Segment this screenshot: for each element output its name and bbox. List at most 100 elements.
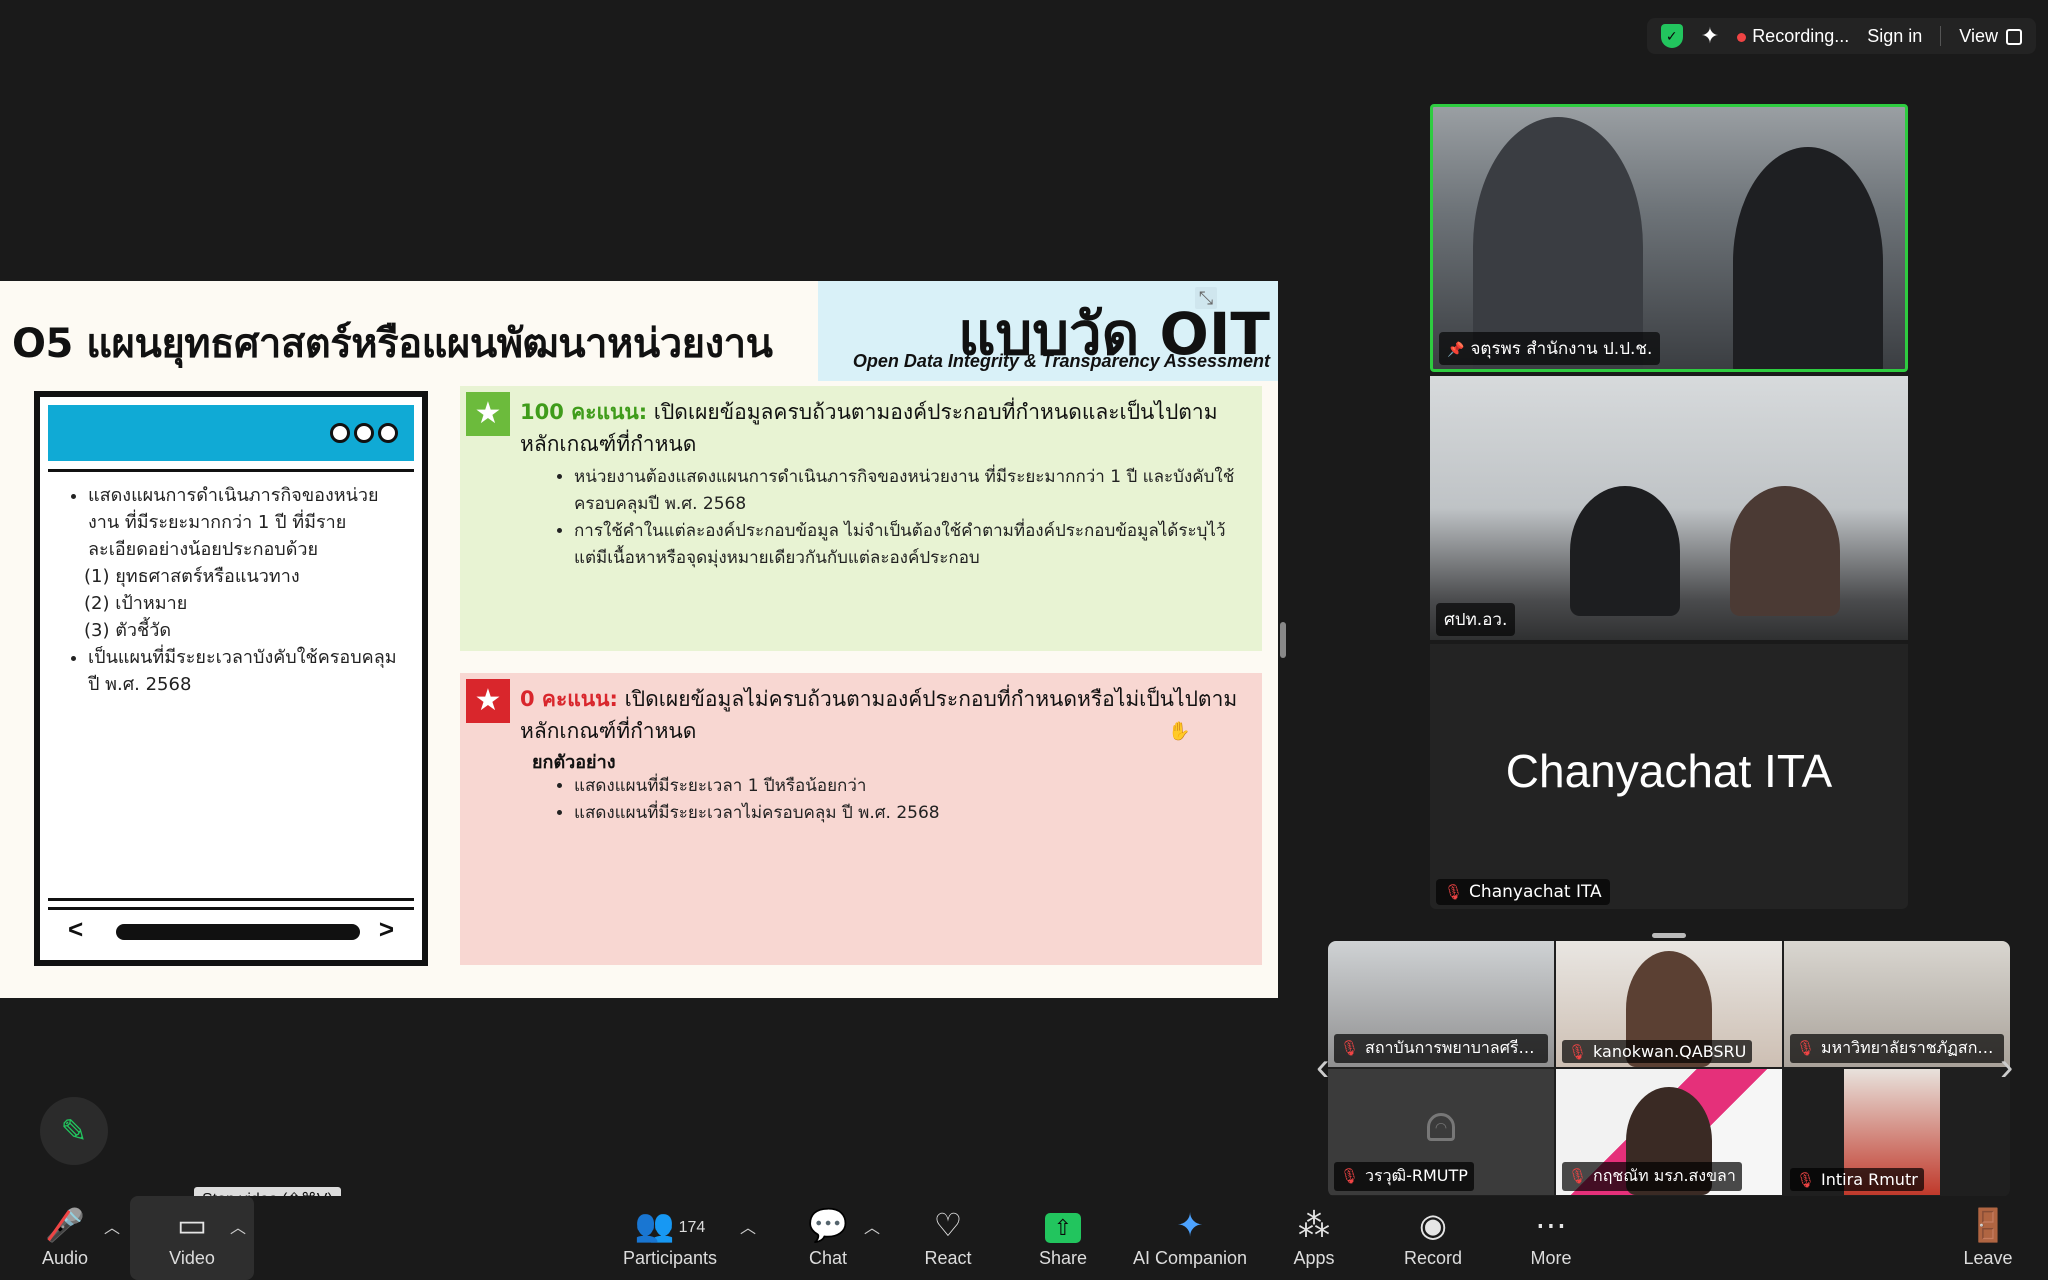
zero-score-label: 0 คะแนน: — [520, 687, 618, 711]
participant-name-label: 🎙 kanokwan.QABSRU — [1562, 1040, 1753, 1063]
more-button[interactable]: ⋯ More — [1491, 1196, 1611, 1280]
leave-door-icon: 🚪 — [1968, 1207, 2008, 1243]
zero-score-panel: ★ 0 คะแนน: เปิดเผยข้อมูลไม่ครบถ้วนตามองค… — [460, 673, 1262, 965]
record-button[interactable]: ◉ Record — [1373, 1196, 1493, 1280]
security-shield-icon[interactable]: ✓ — [1660, 24, 1683, 48]
list-item: แสดงแผนที่มีระยะเวลา 1 ปีหรือน้อยกว่า — [574, 773, 1246, 800]
full-score-panel: ★ 100 คะแนน: เปิดเผยข้อมูลครบถ้วนตามองค์… — [460, 386, 1262, 651]
circle-icon — [378, 423, 398, 443]
recording-indicator[interactable]: Recording... — [1737, 26, 1849, 47]
participants-button[interactable]: 👥 174 Participants — [610, 1196, 730, 1280]
circle-icon — [354, 423, 374, 443]
participant-name-label: 🎙 วรวุฒิ-RMUTP — [1334, 1162, 1474, 1191]
more-dots-icon: ⋯ — [1535, 1207, 1567, 1243]
video-tile[interactable]: ศปท.อว. — [1430, 376, 1908, 640]
video-button[interactable]: ▭ Video — [130, 1196, 254, 1280]
divider — [1940, 26, 1942, 46]
audio-button[interactable]: 🎤 Audio — [5, 1196, 125, 1280]
gallery-next-icon[interactable]: › — [2000, 1045, 2013, 1090]
participant-name-label: 🎙 สถาบันการพยาบาลศรีส... — [1334, 1034, 1548, 1063]
video-tile-camera-off[interactable]: Chanyachat ITA 🎙 Chanyachat ITA — [1430, 644, 1908, 909]
browser-window-card: แสดงแผนการดำเนินภารกิจของหน่วยงาน ที่มีร… — [34, 391, 428, 966]
meeting-toolbar: 🎤 Audio ︿ ▭ Video ︿ 👥 174 Participants ︿ … — [0, 1196, 2048, 1280]
recording-dot-icon — [1737, 32, 1747, 42]
video-tile-active-speaker[interactable]: 📌 จตุรพร สำนักงาน ป.ป.ช. — [1430, 104, 1908, 372]
full-score-label: 100 คะแนน: — [520, 400, 648, 424]
slide-title: O5 แผนยุทธศาสตร์หรือแผนพัฒนาหน่วยงาน — [12, 321, 773, 367]
muted-mic-icon: 🎙 — [1568, 1043, 1588, 1061]
apps-button[interactable]: ⁂ Apps — [1254, 1196, 1374, 1280]
chevron-left-icon: < — [68, 914, 84, 944]
muted-mic-icon: 🎙 — [1444, 883, 1464, 901]
scrollbar-graphic — [116, 924, 360, 940]
criteria-list: แสดงแผนการดำเนินภารกิจของหน่วยงาน ที่มีร… — [64, 482, 398, 698]
pencil-icon: ✎ — [60, 1113, 88, 1149]
sparkle-icon[interactable]: ✦ — [1701, 23, 1719, 49]
participants-options-caret-icon[interactable]: ︿ — [740, 1214, 756, 1238]
participant-name-label: ศปท.อว. — [1436, 603, 1516, 636]
chevron-right-icon: > — [378, 914, 394, 944]
participant-name-label: 🎙 Intira Rmutr — [1790, 1168, 1924, 1191]
view-grid-icon — [2006, 28, 2022, 45]
list-item: หน่วยงานต้องแสดงแผนการดำเนินภารกิจของหน่… — [574, 464, 1246, 518]
list-item: แสดงแผนที่มีระยะเวลาไม่ครอบคลุม ปี พ.ศ. … — [574, 800, 1246, 827]
list-item: (3) ตัวชี้วัด — [84, 620, 172, 641]
muted-mic-icon: 🎙 — [1796, 1171, 1816, 1189]
shared-screen-slide: O5 แผนยุทธศาสตร์หรือแผนพัฒนาหน่วยงาน แบบ… — [0, 281, 1278, 998]
gallery-tile[interactable]: 🎙 kanokwan.QABSRU — [1556, 941, 1782, 1067]
gallery-prev-icon[interactable]: ‹ — [1316, 1045, 1329, 1090]
window-dots — [330, 423, 398, 443]
full-score-bullets: หน่วยงานต้องแสดงแผนการดำเนินภารกิจของหน่… — [556, 464, 1246, 572]
participant-count: 174 — [678, 1218, 706, 1236]
participant-figure — [1570, 486, 1680, 616]
list-item: (2) เป้าหมาย — [84, 593, 188, 614]
participant-figure — [1730, 486, 1840, 616]
list-item: แสดงแผนการดำเนินภารกิจของหน่วยงาน ที่มีร… — [88, 482, 398, 563]
view-button[interactable]: View — [1959, 26, 2022, 47]
video-options-caret-icon[interactable]: ︿ — [230, 1214, 246, 1238]
exit-fullscreen-icon[interactable]: ⤡ — [1195, 287, 1217, 309]
chat-options-caret-icon[interactable]: ︿ — [864, 1214, 880, 1238]
oit-badge-subtitle: Open Data Integrity & Transparency Asses… — [852, 351, 1270, 371]
audio-options-caret-icon[interactable]: ︿ — [104, 1214, 120, 1238]
example-label: ยกตัวอย่าง — [532, 752, 616, 773]
gallery-tile[interactable]: 🎙 สถาบันการพยาบาลศรีส... — [1328, 941, 1554, 1067]
chat-button[interactable]: 💬 Chat — [768, 1196, 888, 1280]
gallery-drag-handle[interactable] — [1652, 933, 1686, 938]
browser-footer: < > — [48, 907, 414, 952]
browser-body: แสดงแผนการดำเนินภารกิจของหน่วยงาน ที่มีร… — [48, 469, 414, 901]
muted-mic-icon: 🎙 — [1568, 1167, 1588, 1185]
ai-sparkle-icon: ✦ — [1176, 1207, 1204, 1243]
star-icon: ★ — [466, 392, 510, 436]
participant-display-name: Chanyachat ITA — [1505, 745, 1833, 797]
muted-mic-icon: 🎙 — [1796, 1039, 1816, 1057]
participant-name-label: 🎙 มหาวิทยาลัยราชภัฏสกล... — [1790, 1034, 2004, 1063]
share-button[interactable]: ⇧ Share — [1003, 1196, 1123, 1280]
full-score-heading: 100 คะแนน: เปิดเผยข้อมูลครบถ้วนตามองค์ปร… — [520, 400, 1218, 456]
react-button[interactable]: ♡ React — [888, 1196, 1008, 1280]
share-screen-icon: ⇧ — [1003, 1202, 1123, 1248]
ai-companion-button[interactable]: ✦ AI Companion — [1124, 1196, 1256, 1280]
gallery-tile[interactable]: 🎙 Intira Rmutr — [1784, 1069, 2010, 1195]
list-item: (1) ยุทธศาสตร์หรือแนวทาง — [84, 566, 300, 587]
browser-header — [48, 405, 414, 461]
participant-figure — [1733, 147, 1883, 369]
participants-icon: 👥 174 — [634, 1207, 706, 1243]
muted-mic-icon: 🎙 — [1340, 1039, 1360, 1057]
participant-name-label: 🎙 Chanyachat ITA — [1436, 879, 1610, 905]
pin-icon: 📌 — [1447, 342, 1465, 358]
star-icon: ★ — [466, 679, 510, 723]
hand-cursor-icon: ✋ — [1168, 721, 1191, 741]
circle-icon — [330, 423, 350, 443]
participant-name-label: 🎙 กฤชณัท มรภ.สงขลา — [1562, 1162, 1742, 1191]
gallery-tile[interactable]: 🎙 มหาวิทยาลัยราชภัฏสกล... — [1784, 941, 2010, 1067]
sign-in-button[interactable]: Sign in — [1867, 26, 1922, 47]
zero-score-heading: 0 คะแนน: เปิดเผยข้อมูลไม่ครบถ้วนตามองค์ป… — [520, 687, 1238, 743]
camera-off-avatar-icon: ◠ — [1427, 1113, 1455, 1141]
gallery-tile[interactable]: ◠ 🎙 วรวุฒิ-RMUTP — [1328, 1069, 1554, 1195]
leave-button[interactable]: 🚪 Leave — [1928, 1196, 2048, 1280]
annotate-pencil-button[interactable]: ✎ — [40, 1097, 108, 1165]
split-resize-handle[interactable] — [1280, 622, 1286, 658]
record-icon: ◉ — [1419, 1207, 1447, 1243]
gallery-tile[interactable]: 🎙 กฤชณัท มรภ.สงขลา — [1556, 1069, 1782, 1195]
